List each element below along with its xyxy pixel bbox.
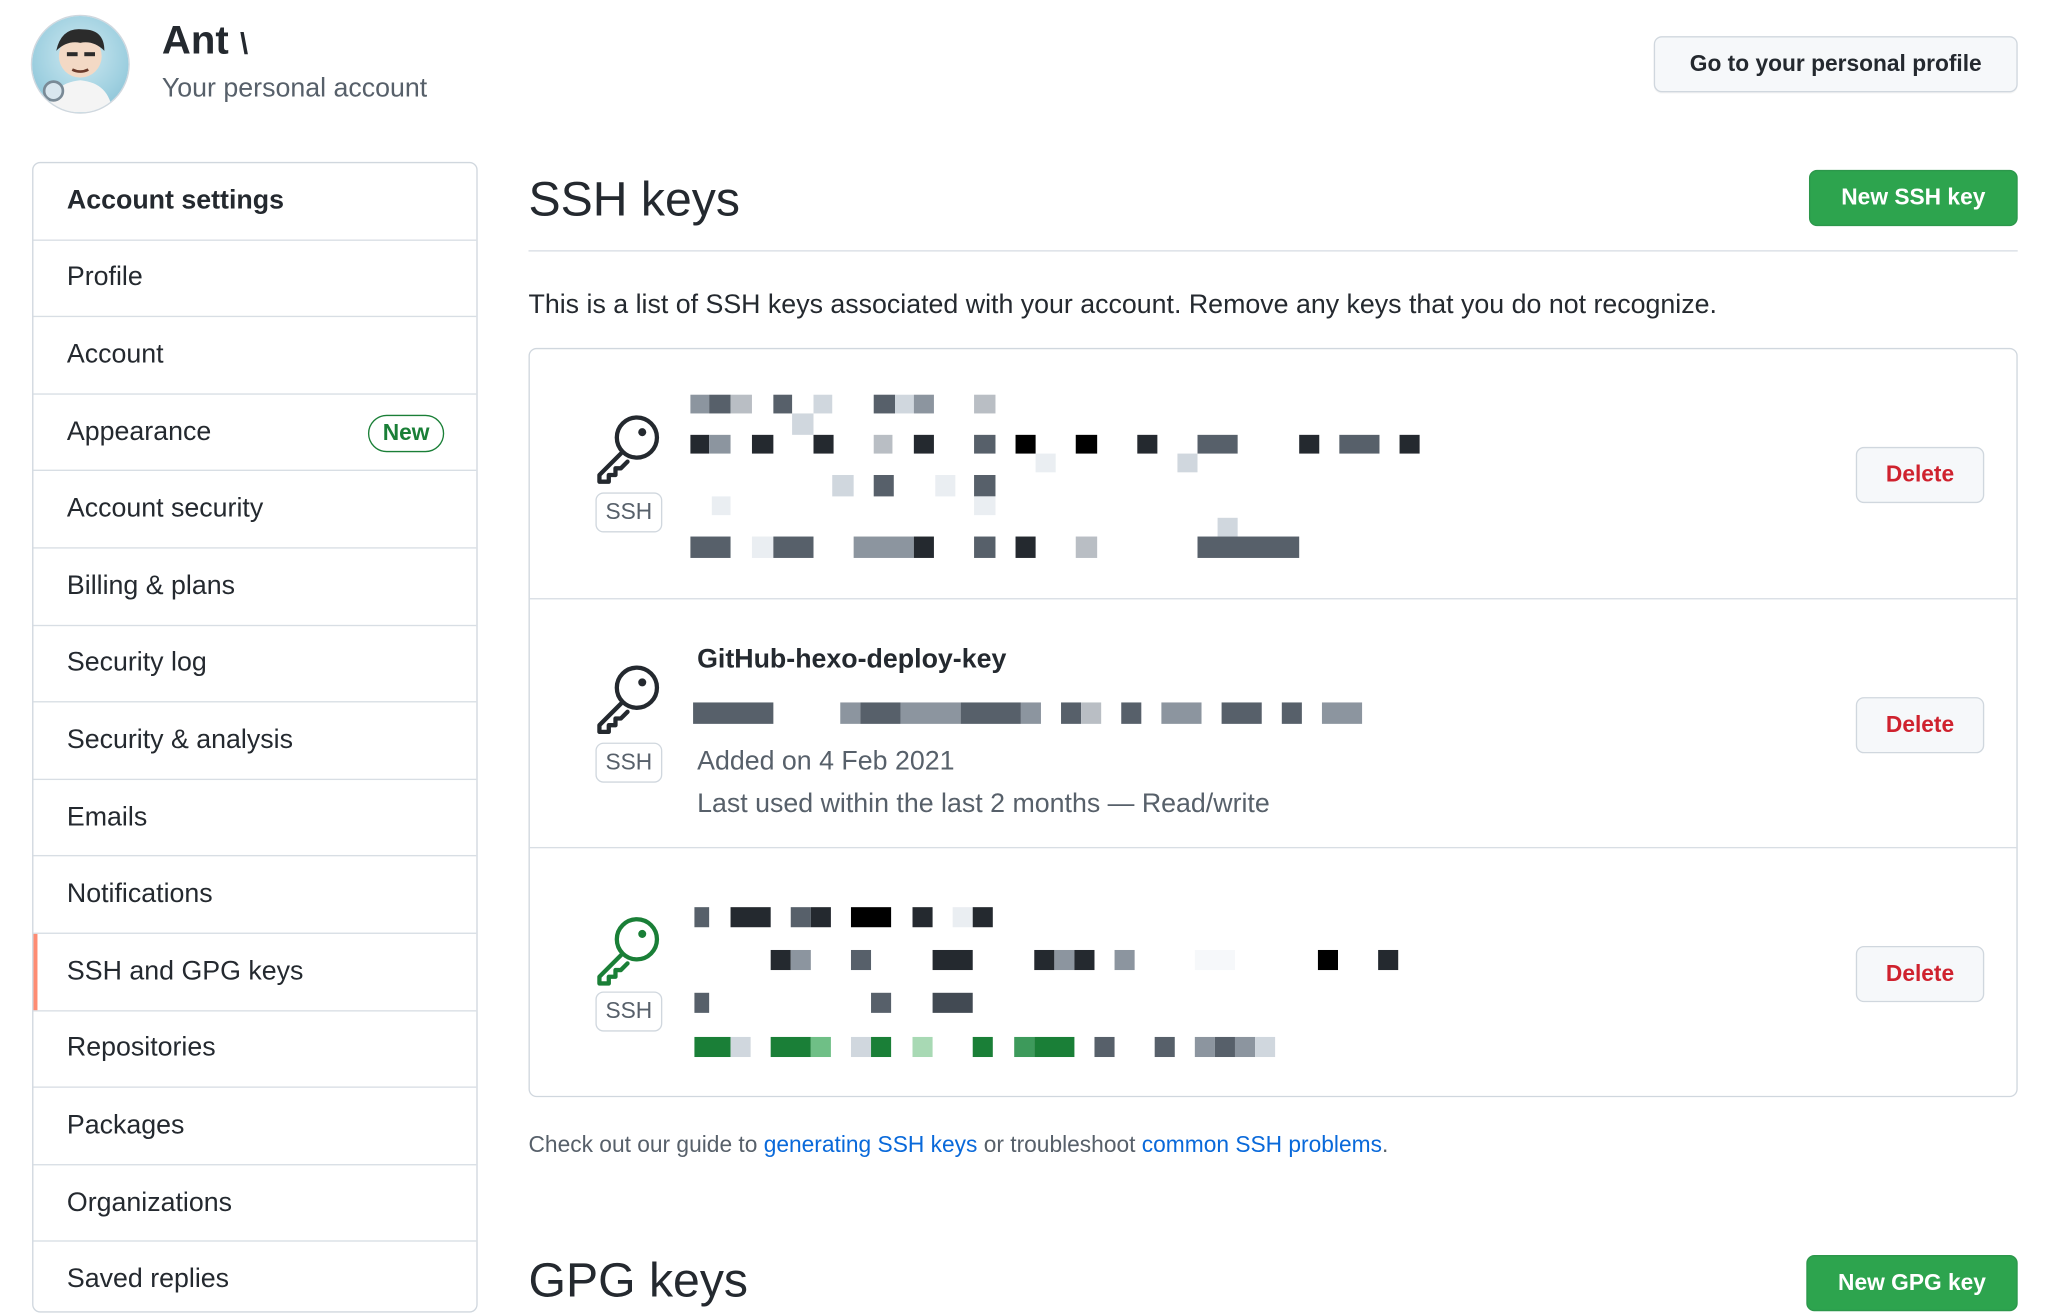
sidebar-item-saved-replies[interactable]: Saved replies: [33, 1242, 476, 1311]
sidebar-item-label: SSH and GPG keys: [66, 956, 304, 986]
key-fingerprint-redacted: [693, 702, 1375, 724]
sidebar-item-label: Notifications: [66, 879, 213, 909]
ssh-guide-text: Check out our guide to generating SSH ke…: [529, 1132, 1389, 1159]
sidebar-item-label: Repositories: [66, 1033, 216, 1063]
avatar[interactable]: [32, 16, 129, 113]
sidebar-item-notifications[interactable]: Notifications: [33, 857, 477, 934]
ssh-key-list: SSH Delete SSH GitHub-hexo-deploy-key Ad…: [528, 347, 2018, 1098]
ssh-key-row: SSH Delete: [530, 349, 2017, 598]
sidebar-item-label: Saved replies: [66, 1264, 230, 1294]
sidebar-item-security-analysis[interactable]: Security & analysis: [33, 703, 477, 780]
section-divider: [528, 250, 2018, 252]
user-name: Ant \: [162, 19, 248, 64]
ssh-key-row: SSH Delete: [529, 846, 2017, 1097]
key-icon: [597, 415, 660, 484]
key-last-used: Last used within the last 2 months — Rea…: [697, 789, 1270, 819]
ssh-type-label: SSH: [595, 991, 663, 1032]
sidebar-item-organizations[interactable]: Organizations: [33, 1165, 477, 1243]
key-title: GitHub-hexo-deploy-key: [697, 644, 1007, 675]
sidebar-item-ssh-gpg-keys[interactable]: SSH and GPG keys: [33, 933, 477, 1011]
go-to-profile-button[interactable]: Go to your personal profile: [1653, 36, 2018, 93]
guide-middle: or troubleshoot: [977, 1131, 1142, 1158]
sidebar-item-account-security[interactable]: Account security: [33, 471, 477, 549]
ssh-type-label: SSH: [595, 742, 663, 783]
sidebar-item-label: Security log: [66, 648, 207, 678]
gpg-keys-heading: GPG keys: [528, 1252, 749, 1308]
user-name-mark: \: [239, 26, 249, 61]
guide-prefix: Check out our guide to: [528, 1131, 764, 1158]
new-ssh-key-button[interactable]: New SSH key: [1808, 169, 2018, 227]
common-ssh-problems-link[interactable]: common SSH problems: [1142, 1132, 1382, 1157]
sidebar-item-label: Billing & plans: [66, 571, 235, 601]
sidebar-item-repositories[interactable]: Repositories: [33, 1011, 477, 1088]
sidebar-item-label: Emails: [66, 802, 148, 832]
sidebar-item-emails[interactable]: Emails: [33, 780, 477, 857]
delete-key-button[interactable]: Delete: [1855, 945, 1985, 1003]
account-subtitle: Your personal account: [161, 73, 428, 104]
key-icon: [597, 665, 660, 735]
sidebar-item-label: Packages: [66, 1110, 185, 1140]
sidebar-item-label: Account: [66, 339, 164, 370]
new-badge: New: [367, 414, 445, 452]
sidebar-item-label: Account security: [66, 493, 264, 524]
sidebar-item-security-log[interactable]: Security log: [33, 626, 477, 703]
new-gpg-key-button[interactable]: New GPG key: [1806, 1255, 2018, 1312]
key-fingerprint-redacted: [694, 907, 1417, 1068]
generating-ssh-keys-link[interactable]: generating SSH keys: [764, 1132, 978, 1157]
ssh-key-row: SSH GitHub-hexo-deploy-key Added on 4 Fe…: [529, 598, 2017, 848]
key-fingerprint-redacted: [690, 394, 1439, 561]
sidebar-item-profile[interactable]: Profile: [33, 240, 477, 318]
sidebar-item-account[interactable]: Account: [33, 317, 477, 395]
delete-key-button[interactable]: Delete: [1855, 446, 1985, 504]
sidebar-item-label: Security & analysis: [66, 725, 293, 755]
sidebar-item-packages[interactable]: Packages: [33, 1088, 477, 1166]
key-icon: [597, 917, 660, 986]
key-added-date: Added on 4 Feb 2021: [697, 746, 955, 777]
delete-key-button[interactable]: Delete: [1855, 697, 1985, 754]
sidebar-header: Account settings: [33, 163, 477, 241]
sidebar-item-label: Organizations: [66, 1187, 233, 1217]
ssh-keys-heading: SSH keys: [528, 171, 740, 227]
sidebar-item-appearance[interactable]: Appearance New: [33, 394, 477, 472]
sidebar-item-label: Profile: [66, 262, 143, 293]
guide-suffix: .: [1381, 1131, 1389, 1158]
ssh-type-label: SSH: [595, 492, 663, 533]
sidebar-item-billing[interactable]: Billing & plans: [33, 549, 477, 626]
settings-sidebar: Account settings Profile Account Appeara…: [32, 161, 478, 1313]
user-name-text: Ant: [161, 18, 229, 63]
sidebar-item-label: Appearance: [66, 416, 212, 447]
ssh-intro-text: This is a list of SSH keys associated wi…: [528, 290, 1717, 320]
